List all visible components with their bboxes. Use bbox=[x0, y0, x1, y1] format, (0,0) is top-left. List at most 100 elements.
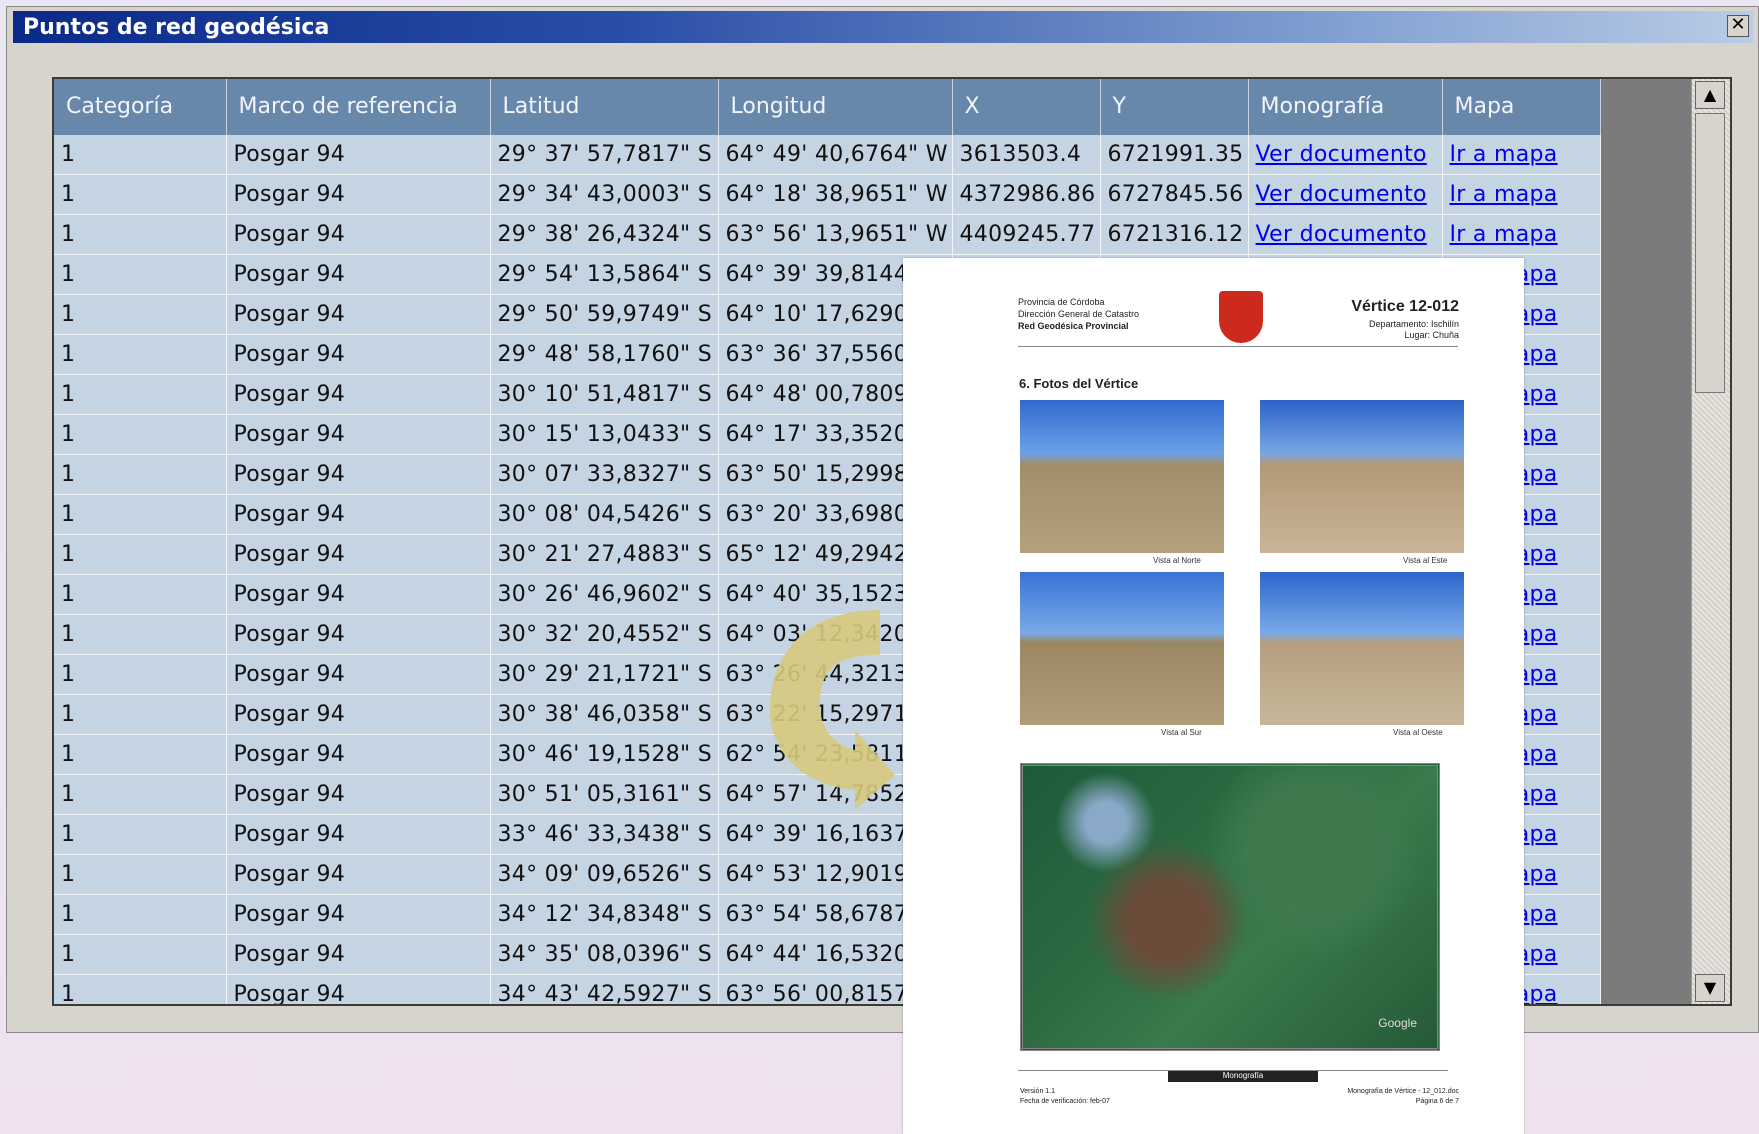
scroll-down-button[interactable]: ▼ bbox=[1695, 974, 1725, 1002]
photo-caption: Vista al Sur bbox=[1161, 728, 1202, 737]
table-cell: Ver documento bbox=[1248, 214, 1443, 255]
table-cell: Ver documento bbox=[1248, 174, 1443, 215]
table-cell: 4372986.86 bbox=[952, 174, 1101, 215]
table-cell: Posgar 94 bbox=[226, 374, 491, 415]
table-cell: 1 bbox=[54, 454, 227, 495]
table-cell: 1 bbox=[54, 254, 227, 295]
curved-arrow-icon bbox=[770, 610, 895, 810]
table-cell: 29° 54' 13,5864" S bbox=[490, 254, 719, 295]
table-cell: Ver documento bbox=[1248, 135, 1443, 175]
go-to-map-link[interactable]: Ir a mapa bbox=[1450, 182, 1558, 207]
column-header[interactable]: Categoría bbox=[54, 79, 227, 135]
table-cell: 1 bbox=[54, 374, 227, 415]
table-cell: 30° 26' 46,9602" S bbox=[490, 574, 719, 615]
doc-place: Lugar: Chuña bbox=[1404, 330, 1459, 340]
table-cell: 30° 08' 04,5426" S bbox=[490, 494, 719, 535]
view-document-link[interactable]: Ver documento bbox=[1256, 182, 1427, 207]
table-cell: 6721991.35 bbox=[1100, 135, 1249, 175]
title-bar[interactable]: Puntos de red geodésica ✕ bbox=[13, 11, 1753, 43]
doc-org-line1: Provincia de Córdoba bbox=[1018, 297, 1105, 307]
table-cell: Posgar 94 bbox=[226, 135, 491, 175]
column-header[interactable]: Longitud bbox=[718, 79, 953, 135]
table-cell: Posgar 94 bbox=[226, 534, 491, 575]
map-watermark: Google bbox=[1378, 1016, 1417, 1030]
table-cell: 4409245.77 bbox=[952, 214, 1101, 255]
table-cell: Posgar 94 bbox=[226, 694, 491, 735]
table-cell: 6721316.12 bbox=[1100, 214, 1249, 255]
table-cell: Posgar 94 bbox=[226, 214, 491, 255]
column-header[interactable]: X bbox=[952, 79, 1101, 135]
scroll-thumb[interactable] bbox=[1695, 113, 1725, 393]
table-cell: Ir a mapa bbox=[1442, 174, 1601, 215]
table-cell: 30° 38' 46,0358" S bbox=[490, 694, 719, 735]
column-header[interactable]: Marco de referencia bbox=[226, 79, 491, 135]
table-cell: 29° 50' 59,9749" S bbox=[490, 294, 719, 335]
table-cell: 1 bbox=[54, 654, 227, 695]
table-cell: Posgar 94 bbox=[226, 974, 491, 1004]
go-to-map-link[interactable]: Ir a mapa bbox=[1450, 222, 1558, 247]
table-cell: 34° 12' 34,8348" S bbox=[490, 894, 719, 935]
doc-section-title: 6. Fotos del Vértice bbox=[1019, 376, 1139, 391]
table-cell: 1 bbox=[54, 734, 227, 775]
table-cell: Posgar 94 bbox=[226, 494, 491, 535]
photo-south bbox=[1020, 572, 1224, 725]
vertical-scrollbar[interactable]: ▲ ▼ bbox=[1691, 79, 1730, 1004]
table-cell: 30° 21' 27,4883" S bbox=[490, 534, 719, 575]
view-document-link[interactable]: Ver documento bbox=[1256, 142, 1427, 167]
column-header[interactable]: Latitud bbox=[490, 79, 719, 135]
table-row[interactable]: 1 Posgar 94 29° 38' 26,4324" S 63° 56' 13,9… bbox=[54, 214, 1601, 255]
table-cell: 30° 51' 05,3161" S bbox=[490, 774, 719, 815]
table-cell: Posgar 94 bbox=[226, 894, 491, 935]
table-cell: Posgar 94 bbox=[226, 294, 491, 335]
doc-footer-right2: Página 6 de 7 bbox=[1415, 1098, 1459, 1105]
coat-of-arms-logo bbox=[1219, 291, 1263, 343]
column-header[interactable]: Mapa bbox=[1442, 79, 1601, 135]
table-cell: Posgar 94 bbox=[226, 774, 491, 815]
photo-east bbox=[1260, 400, 1464, 553]
table-cell: Posgar 94 bbox=[226, 254, 491, 295]
table-cell: 1 bbox=[54, 814, 227, 855]
table-cell: 1 bbox=[54, 614, 227, 655]
table-cell: 1 bbox=[54, 214, 227, 255]
table-cell: Ir a mapa bbox=[1442, 135, 1601, 175]
column-header[interactable]: Y bbox=[1100, 79, 1249, 135]
doc-org-line3: Red Geodésica Provincial bbox=[1018, 321, 1129, 331]
table-row[interactable]: 1 Posgar 94 29° 37' 57,7817" S 64° 49' 40,6… bbox=[54, 135, 1601, 175]
table-cell: Posgar 94 bbox=[226, 574, 491, 615]
close-button[interactable]: ✕ bbox=[1727, 15, 1749, 37]
table-cell: 63° 56' 13,9651" W bbox=[718, 214, 953, 255]
photo-west bbox=[1260, 572, 1464, 725]
table-cell: 1 bbox=[54, 334, 227, 375]
table-cell: Posgar 94 bbox=[226, 734, 491, 775]
table-cell: Posgar 94 bbox=[226, 334, 491, 375]
table-cell: 1 bbox=[54, 135, 227, 175]
table-cell: 34° 35' 08,0396" S bbox=[490, 934, 719, 975]
table-cell: 30° 32' 20,4552" S bbox=[490, 614, 719, 655]
table-cell: 64° 18' 38,9651" W bbox=[718, 174, 953, 215]
table-cell: 30° 29' 21,1721" S bbox=[490, 654, 719, 695]
photo-caption: Vista al Norte bbox=[1153, 556, 1201, 565]
doc-footer-left2: Fecha de verificación: feb-07 bbox=[1020, 1098, 1110, 1105]
table-cell: 30° 46' 19,1528" S bbox=[490, 734, 719, 775]
table-cell: Ir a mapa bbox=[1442, 214, 1601, 255]
table-cell: Posgar 94 bbox=[226, 614, 491, 655]
table-cell: 30° 10' 51,4817" S bbox=[490, 374, 719, 415]
table-row[interactable]: 1 Posgar 94 29° 34' 43,0003" S 64° 18' 38,9… bbox=[54, 174, 1601, 215]
table-cell: 29° 38' 26,4324" S bbox=[490, 214, 719, 255]
table-cell: 1 bbox=[54, 974, 227, 1004]
table-cell: 1 bbox=[54, 414, 227, 455]
table-cell: 1 bbox=[54, 774, 227, 815]
column-header[interactable]: Monografía bbox=[1248, 79, 1443, 135]
doc-org-line2: Dirección General de Catastro bbox=[1018, 309, 1140, 319]
table-cell: 1 bbox=[54, 854, 227, 895]
table-cell: 29° 37' 57,7817" S bbox=[490, 135, 719, 175]
monograph-document-preview: Provincia de Córdoba Dirección General d… bbox=[903, 258, 1524, 1134]
window-title: Puntos de red geodésica bbox=[23, 15, 330, 40]
view-document-link[interactable]: Ver documento bbox=[1256, 222, 1427, 247]
go-to-map-link[interactable]: Ir a mapa bbox=[1450, 142, 1558, 167]
scroll-up-button[interactable]: ▲ bbox=[1695, 81, 1725, 109]
table-cell: Posgar 94 bbox=[226, 454, 491, 495]
table-cell: 34° 09' 09,6526" S bbox=[490, 854, 719, 895]
table-cell: 30° 15' 13,0433" S bbox=[490, 414, 719, 455]
table-cell: 1 bbox=[54, 534, 227, 575]
